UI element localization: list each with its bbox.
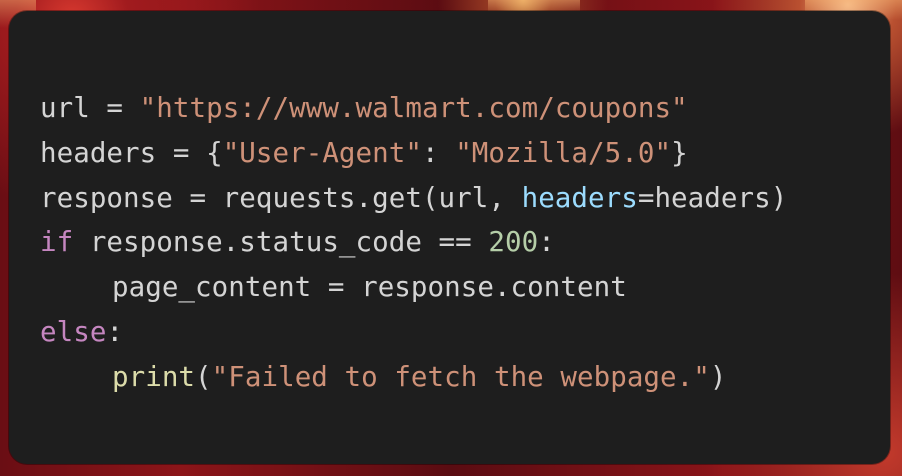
page-content-assignment: page_content = response.content: [112, 271, 627, 304]
headers-keyword-argument: headers: [521, 181, 638, 214]
print-close-paren: ): [709, 360, 727, 393]
status-code-number: 200: [488, 226, 539, 259]
error-message-string: "Failed to fetch the webpage.": [211, 360, 710, 393]
code-line-4: if response.status_code == 200:: [40, 220, 890, 265]
code-line-3: response = requests.get(url, headers=hea…: [40, 176, 890, 221]
variable-url: url: [40, 92, 90, 124]
code-line-2: headers = {"User-Agent": "Mozilla/5.0"}: [40, 131, 890, 176]
code-line-6: else:: [40, 310, 890, 355]
assign-operator: =: [89, 92, 140, 124]
header-value-string: "Mozilla/5.0": [455, 136, 672, 169]
code-line-7: print("Failed to fetch the webpage."): [40, 355, 890, 400]
dict-colon: :: [421, 136, 456, 169]
url-string: "https://www.walmart.com/coupons": [139, 92, 688, 124]
else-colon: :: [106, 315, 124, 348]
code-snippet-panel: url = "https://www.walmart.com/coupons" …: [9, 11, 890, 464]
assign-dict-open: = {: [156, 136, 223, 169]
status-code-condition: response.status_code ==: [73, 226, 489, 259]
requests-get-call: response = requests.get(url,: [40, 181, 522, 214]
print-function: print: [112, 360, 196, 393]
if-keyword: if: [40, 226, 74, 259]
if-colon: :: [538, 226, 555, 259]
headers-argument-value: =headers): [637, 181, 788, 214]
else-keyword: else: [40, 315, 107, 348]
variable-headers: headers: [40, 136, 157, 169]
code-line-5: page_content = response.content: [40, 265, 890, 310]
code-line-1: url = "https://www.walmart.com/coupons": [40, 86, 890, 131]
dict-close: }: [671, 136, 688, 169]
print-open-paren: (: [195, 360, 212, 393]
header-key-string: "User-Agent": [222, 136, 422, 169]
